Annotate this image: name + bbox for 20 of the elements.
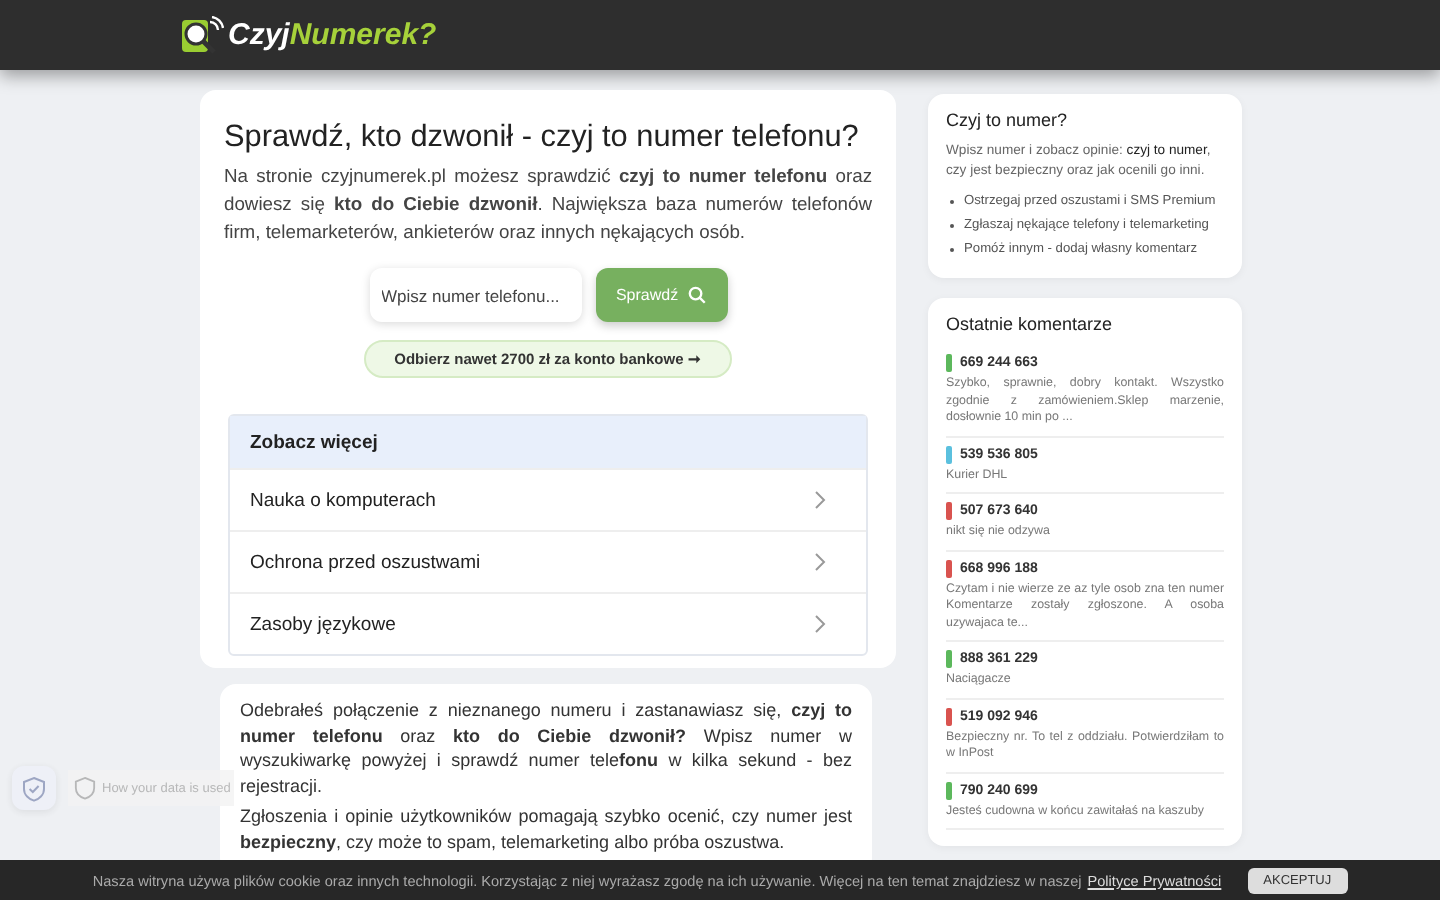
see-more-link[interactable]: Zasoby językowe	[230, 592, 866, 654]
chevron-right-icon	[814, 552, 826, 572]
shield-icon	[74, 776, 96, 800]
intro-text: Na stronie czyjnumerek.pl możesz sprawdzić czyj to numer telefonu oraz dowiesz się kto do Ciebie dzwonił. Największa baza numerów telefonów firm, telemarketerów, ankieterów oraz innych nękających osób.	[224, 162, 872, 246]
privacy-button[interactable]	[12, 766, 56, 810]
phone-search-field[interactable]: Wpisz numer telefonu...	[369, 268, 581, 322]
page-title: Sprawdź, kto dzwonił - czyj to numer telefonu?	[224, 118, 861, 158]
see-more-link[interactable]: Ochrona przed oszustwami	[230, 530, 866, 592]
site-logo[interactable]: CzyjNumerek?	[228, 18, 437, 52]
comments-title: Ostatnie komentarze	[946, 314, 1115, 334]
info-title: Czyj to numer?	[946, 110, 1070, 130]
chevron-right-icon	[814, 614, 826, 634]
shield-icon	[22, 775, 46, 801]
see-more-link[interactable]: Nauka o komputerach	[230, 468, 866, 530]
article-paragraph: Zgłoszenia i opinie użytkowników pomagają szybko ocenić, czy numer jest bezpieczny, czy może to spam, telemarketing albo próba oszustwa.	[240, 804, 852, 854]
phone-magnifier-icon	[180, 15, 224, 55]
chevron-right-icon	[814, 490, 826, 510]
search-icon	[688, 286, 707, 304]
see-more-title: Zobacz więcej	[230, 416, 866, 468]
article-paragraph: Odebrałeś połączenie z nieznanego numeru i zastanawiasz się, czyj to numer telefonu oraz kto do Ciebie dzwonił? Wpisz numer w wyszukiwarkę powyżej i sprawdź numer telefonu w kilka sekund - bez rejestracji.	[240, 698, 852, 798]
